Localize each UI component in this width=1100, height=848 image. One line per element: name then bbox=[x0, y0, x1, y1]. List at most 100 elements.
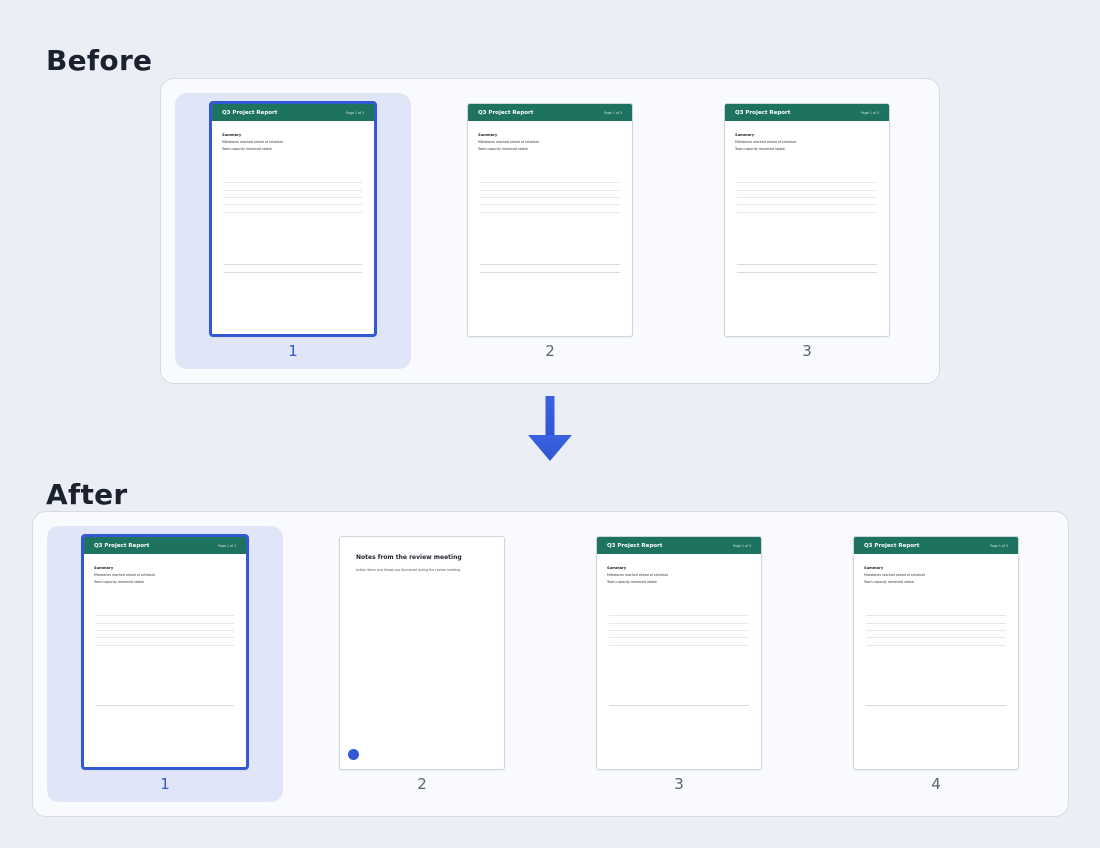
table-rule bbox=[609, 645, 749, 646]
table-rule bbox=[737, 264, 877, 265]
page-number: 1 bbox=[160, 775, 170, 793]
table-rule bbox=[609, 630, 749, 631]
report-body-line: Team capacity remained stable bbox=[478, 146, 528, 151]
table-rule bbox=[480, 190, 620, 191]
page-thumbnail[interactable]: Q3 Project Report Page 1 of 3 Summary Mi… bbox=[81, 534, 249, 770]
report-header-title: Q3 Project Report bbox=[864, 542, 920, 549]
table-rule bbox=[480, 264, 620, 265]
page-thumbnail-note[interactable]: Notes from the review meeting Action ite… bbox=[339, 536, 505, 770]
report-body-line: Team capacity remained stable bbox=[222, 146, 272, 151]
report-header-title: Q3 Project Report bbox=[94, 542, 150, 549]
table-rule bbox=[224, 272, 362, 273]
page-thumbnail[interactable]: Q3 Project Report Page 1 of 3 Summary Mi… bbox=[596, 536, 762, 770]
table-rule bbox=[737, 212, 877, 213]
after-page-slot-1[interactable]: Q3 Project Report Page 1 of 3 Summary Mi… bbox=[47, 526, 283, 802]
page-thumbnail[interactable]: Q3 Project Report Page 1 of 3 Summary Mi… bbox=[724, 103, 890, 337]
report-body-heading: Summary bbox=[94, 566, 114, 570]
table-rule bbox=[609, 623, 749, 624]
report-body-heading: Summary bbox=[478, 133, 498, 137]
before-page-slot-1[interactable]: Q3 Project Report Page 1 of 3 Summary Mi… bbox=[175, 93, 411, 369]
arrow-down-icon bbox=[528, 396, 572, 461]
report-body: Summary Milestones reached ahead of sche… bbox=[725, 121, 889, 152]
report-header-title: Q3 Project Report bbox=[222, 109, 278, 116]
report-body-line: Team capacity remained stable bbox=[864, 579, 914, 584]
report-body: Summary Milestones reached ahead of sche… bbox=[597, 554, 761, 585]
table-rule bbox=[96, 645, 234, 646]
report-header-meta: Page 1 of 3 bbox=[218, 543, 236, 548]
note-page-text: Action items and follow-ups discussed du… bbox=[356, 568, 462, 572]
page-number: 2 bbox=[417, 775, 427, 793]
page-number: 2 bbox=[545, 342, 555, 360]
table-rule bbox=[480, 197, 620, 198]
table-rule bbox=[737, 182, 877, 183]
report-body: Summary Milestones reached ahead of sche… bbox=[212, 121, 374, 152]
table-rule bbox=[96, 615, 234, 616]
table-rule bbox=[224, 190, 362, 191]
before-page-slot-3[interactable]: Q3 Project Report Page 1 of 3 Summary Mi… bbox=[689, 93, 925, 369]
report-body-heading: Summary bbox=[864, 566, 884, 570]
table-rule bbox=[480, 272, 620, 273]
page-number: 1 bbox=[288, 342, 298, 360]
report-body-heading: Summary bbox=[735, 133, 755, 137]
table-rule bbox=[224, 204, 362, 205]
report-header: Q3 Project Report Page 1 of 3 bbox=[84, 537, 246, 554]
note-marker-dot bbox=[348, 749, 359, 760]
table-rule bbox=[224, 264, 362, 265]
table-rule bbox=[96, 637, 234, 638]
report-header-meta: Page 1 of 3 bbox=[861, 110, 879, 115]
report-body-heading: Summary bbox=[222, 133, 242, 137]
report-header: Q3 Project Report Page 1 of 3 bbox=[597, 537, 761, 554]
before-heading: Before bbox=[46, 44, 153, 77]
before-page-strip: Q3 Project Report Page 1 of 3 Summary Mi… bbox=[160, 78, 940, 384]
report-header: Q3 Project Report Page 1 of 3 bbox=[725, 104, 889, 121]
table-rule bbox=[866, 615, 1006, 616]
table-rule bbox=[866, 623, 1006, 624]
report-body-heading: Summary bbox=[607, 566, 627, 570]
page-thumbnail[interactable]: Q3 Project Report Page 1 of 3 Summary Mi… bbox=[853, 536, 1019, 770]
after-page-strip: Q3 Project Report Page 1 of 3 Summary Mi… bbox=[32, 511, 1069, 817]
table-rule bbox=[609, 615, 749, 616]
table-rule bbox=[866, 630, 1006, 631]
report-body-line: Team capacity remained stable bbox=[735, 146, 785, 151]
table-rule bbox=[224, 212, 362, 213]
page-number: 4 bbox=[931, 775, 941, 793]
report-header-meta: Page 1 of 3 bbox=[346, 110, 364, 115]
report-header-meta: Page 1 of 3 bbox=[604, 110, 622, 115]
page-number: 3 bbox=[802, 342, 812, 360]
report-body-line: Team capacity remained stable bbox=[94, 579, 144, 584]
page-number: 3 bbox=[674, 775, 684, 793]
after-heading: After bbox=[46, 478, 128, 511]
report-header-title: Q3 Project Report bbox=[478, 109, 534, 116]
before-page-slot-2[interactable]: Q3 Project Report Page 1 of 3 Summary Mi… bbox=[432, 93, 668, 369]
table-rule bbox=[480, 204, 620, 205]
after-page-slot-3[interactable]: Q3 Project Report Page 1 of 3 Summary Mi… bbox=[561, 526, 797, 802]
report-body: Summary Milestones reached ahead of sche… bbox=[84, 554, 246, 585]
report-header-meta: Page 1 of 3 bbox=[733, 543, 751, 548]
after-page-slot-4[interactable]: Q3 Project Report Page 1 of 3 Summary Mi… bbox=[818, 526, 1054, 802]
table-rule bbox=[737, 272, 877, 273]
page-thumbnail[interactable]: Q3 Project Report Page 1 of 3 Summary Mi… bbox=[209, 101, 377, 337]
table-rule bbox=[737, 197, 877, 198]
table-rule bbox=[866, 705, 1006, 706]
report-header: Q3 Project Report Page 1 of 3 bbox=[468, 104, 632, 121]
report-header-title: Q3 Project Report bbox=[735, 109, 791, 116]
table-rule bbox=[866, 645, 1006, 646]
note-page-title: Notes from the review meeting bbox=[356, 554, 462, 561]
table-rule bbox=[737, 190, 877, 191]
table-rule bbox=[96, 630, 234, 631]
report-body: Summary Milestones reached ahead of sche… bbox=[468, 121, 632, 152]
table-rule bbox=[609, 637, 749, 638]
table-rule bbox=[737, 204, 877, 205]
report-header: Q3 Project Report Page 1 of 3 bbox=[212, 104, 374, 121]
report-header-meta: Page 1 of 3 bbox=[990, 543, 1008, 548]
after-page-slot-2[interactable]: Notes from the review meeting Action ite… bbox=[304, 526, 540, 802]
page-thumbnail[interactable]: Q3 Project Report Page 1 of 3 Summary Mi… bbox=[467, 103, 633, 337]
report-header-title: Q3 Project Report bbox=[607, 542, 663, 549]
table-rule bbox=[224, 197, 362, 198]
table-rule bbox=[866, 637, 1006, 638]
table-rule bbox=[96, 705, 234, 706]
report-body-line: Team capacity remained stable bbox=[607, 579, 657, 584]
table-rule bbox=[480, 212, 620, 213]
table-rule bbox=[609, 705, 749, 706]
table-rule bbox=[96, 623, 234, 624]
